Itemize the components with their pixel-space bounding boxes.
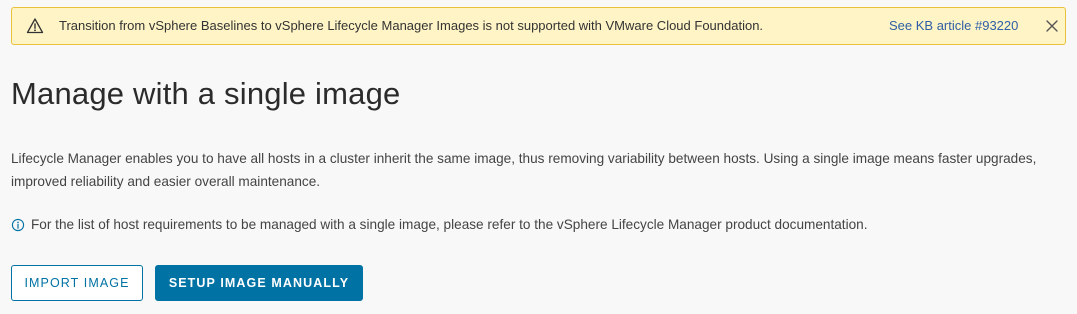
info-icon xyxy=(11,218,25,232)
alert-message: Transition from vSphere Baselines to vSp… xyxy=(59,18,764,33)
info-text: For the list of host requirements to be … xyxy=(31,217,868,232)
kb-article-link[interactable]: See KB article #93220 xyxy=(889,18,1018,33)
info-note: For the list of host requirements to be … xyxy=(11,217,867,232)
warning-icon xyxy=(26,17,44,35)
warning-alert-banner: Transition from vSphere Baselines to vSp… xyxy=(11,7,1066,45)
page-title: Manage with a single image xyxy=(11,76,401,111)
description-text: Lifecycle Manager enables you to have al… xyxy=(11,151,1037,189)
import-image-button[interactable]: IMPORT IMAGE xyxy=(11,265,143,301)
close-icon[interactable] xyxy=(1043,17,1061,35)
setup-image-manually-button[interactable]: SETUP IMAGE MANUALLY xyxy=(155,265,363,301)
